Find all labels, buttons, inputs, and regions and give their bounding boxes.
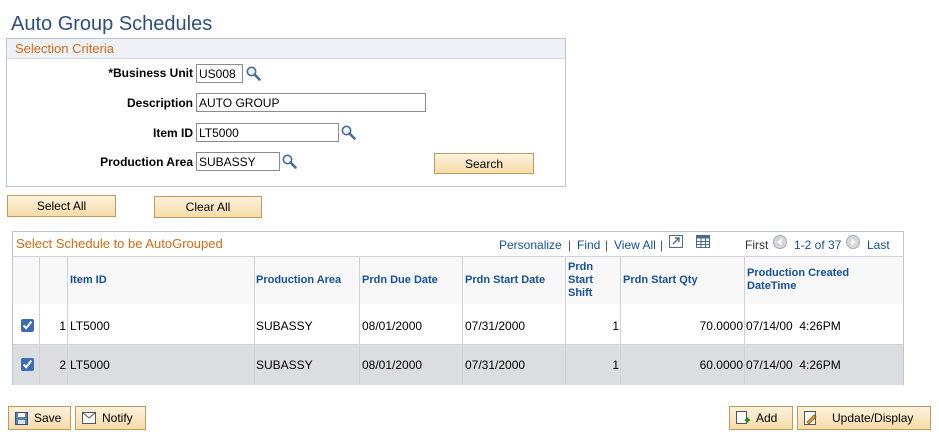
row-select-checkbox[interactable]	[21, 319, 34, 332]
view-all-link[interactable]: View All	[614, 238, 656, 252]
link-separator: |	[568, 238, 572, 252]
save-button[interactable]: Save	[8, 406, 71, 430]
cell-created-datetime: 07/14/00 4:26PM	[746, 319, 841, 333]
spreadsheet-icon[interactable]	[696, 235, 710, 248]
cell-start-qty: 60.0000	[699, 358, 743, 372]
select-all-button[interactable]: Select All	[7, 195, 116, 217]
row-select-checkbox[interactable]	[21, 358, 34, 371]
save-label: Save	[34, 411, 62, 425]
link-separator: |	[605, 238, 609, 252]
update-display-button[interactable]: Update/Display	[797, 406, 931, 430]
find-link[interactable]: Find	[577, 238, 600, 252]
business-unit-lookup-icon[interactable]	[246, 66, 261, 81]
link-separator: |	[660, 238, 664, 252]
page-title: Auto Group Schedules	[11, 13, 213, 35]
description-label: Description	[126, 96, 193, 110]
pager-range: 1-2 of 37	[794, 238, 842, 252]
cell-production-area: SUBASSY	[256, 319, 313, 333]
cell-start-shift: 1	[612, 319, 619, 333]
col-divider	[359, 256, 360, 384]
first-arrow-icon[interactable]	[773, 235, 787, 249]
cell-start-date: 07/31/2000	[465, 358, 526, 372]
col-divider	[565, 256, 566, 384]
col-divider	[620, 256, 621, 384]
pager-first-label: First	[745, 238, 769, 252]
col-prdn-start-qty[interactable]: Prdn Start Qty	[623, 274, 698, 287]
cell-start-date: 07/31/2000	[465, 319, 526, 333]
cell-due-date: 08/01/2000	[362, 358, 423, 372]
add-icon	[736, 411, 750, 425]
notify-button[interactable]: Notify	[75, 406, 146, 430]
last-link[interactable]: Last	[867, 238, 890, 252]
update-display-icon	[804, 411, 818, 425]
business-unit-label: *Business Unit	[108, 66, 193, 80]
selection-criteria-header: Selection Criteria	[7, 39, 565, 59]
col-prdn-due-date[interactable]: Prdn Due Date	[362, 274, 438, 287]
col-divider	[744, 256, 745, 384]
add-label: Add	[756, 411, 778, 425]
search-button[interactable]: Search	[434, 153, 534, 174]
cell-item-id: LT5000	[70, 319, 110, 333]
cell-item-id: LT5000	[70, 358, 110, 372]
save-icon	[15, 411, 28, 425]
col-production-area[interactable]: Production Area	[256, 274, 341, 287]
selection-criteria-title: Selection Criteria	[15, 41, 114, 56]
cell-production-area: SUBASSY	[256, 358, 313, 372]
personalize-link[interactable]: Personalize	[499, 238, 562, 252]
item-id-input[interactable]	[196, 123, 339, 142]
row-number: 1	[59, 319, 66, 333]
col-divider	[462, 256, 463, 384]
next-arrow-icon[interactable]	[846, 235, 860, 249]
row-divider	[13, 344, 903, 345]
clear-all-button[interactable]: Clear All	[154, 196, 262, 218]
cell-created-datetime: 07/14/00 4:26PM	[746, 358, 841, 372]
business-unit-input[interactable]	[196, 64, 243, 83]
col-divider	[67, 256, 68, 384]
production-area-label: Production Area	[100, 155, 193, 169]
notify-icon	[82, 412, 96, 424]
cell-start-qty: 70.0000	[699, 319, 743, 333]
item-id-lookup-icon[interactable]	[341, 125, 356, 140]
cell-start-shift: 1	[612, 358, 619, 372]
col-prdn-start-date[interactable]: Prdn Start Date	[465, 274, 545, 287]
col-prdn-start-shift[interactable]: Prdn Start Shift	[568, 261, 608, 300]
update-display-label: Update/Display	[832, 411, 914, 425]
item-id-label: Item ID	[152, 126, 193, 140]
production-area-input[interactable]	[196, 152, 280, 171]
notify-label: Notify	[102, 411, 133, 425]
row-number: 2	[59, 358, 66, 372]
col-divider	[254, 256, 255, 384]
grid-title: Select Schedule to be AutoGrouped	[16, 236, 223, 251]
col-item-id[interactable]: Item ID	[70, 274, 107, 287]
col-production-created-datetime[interactable]: Production Created DateTime	[747, 267, 867, 293]
col-divider	[39, 256, 40, 384]
cell-due-date: 08/01/2000	[362, 319, 423, 333]
description-input[interactable]	[196, 93, 426, 112]
view-zoom-icon[interactable]	[669, 235, 683, 248]
add-button[interactable]: Add	[729, 406, 793, 430]
production-area-lookup-icon[interactable]	[282, 154, 297, 169]
